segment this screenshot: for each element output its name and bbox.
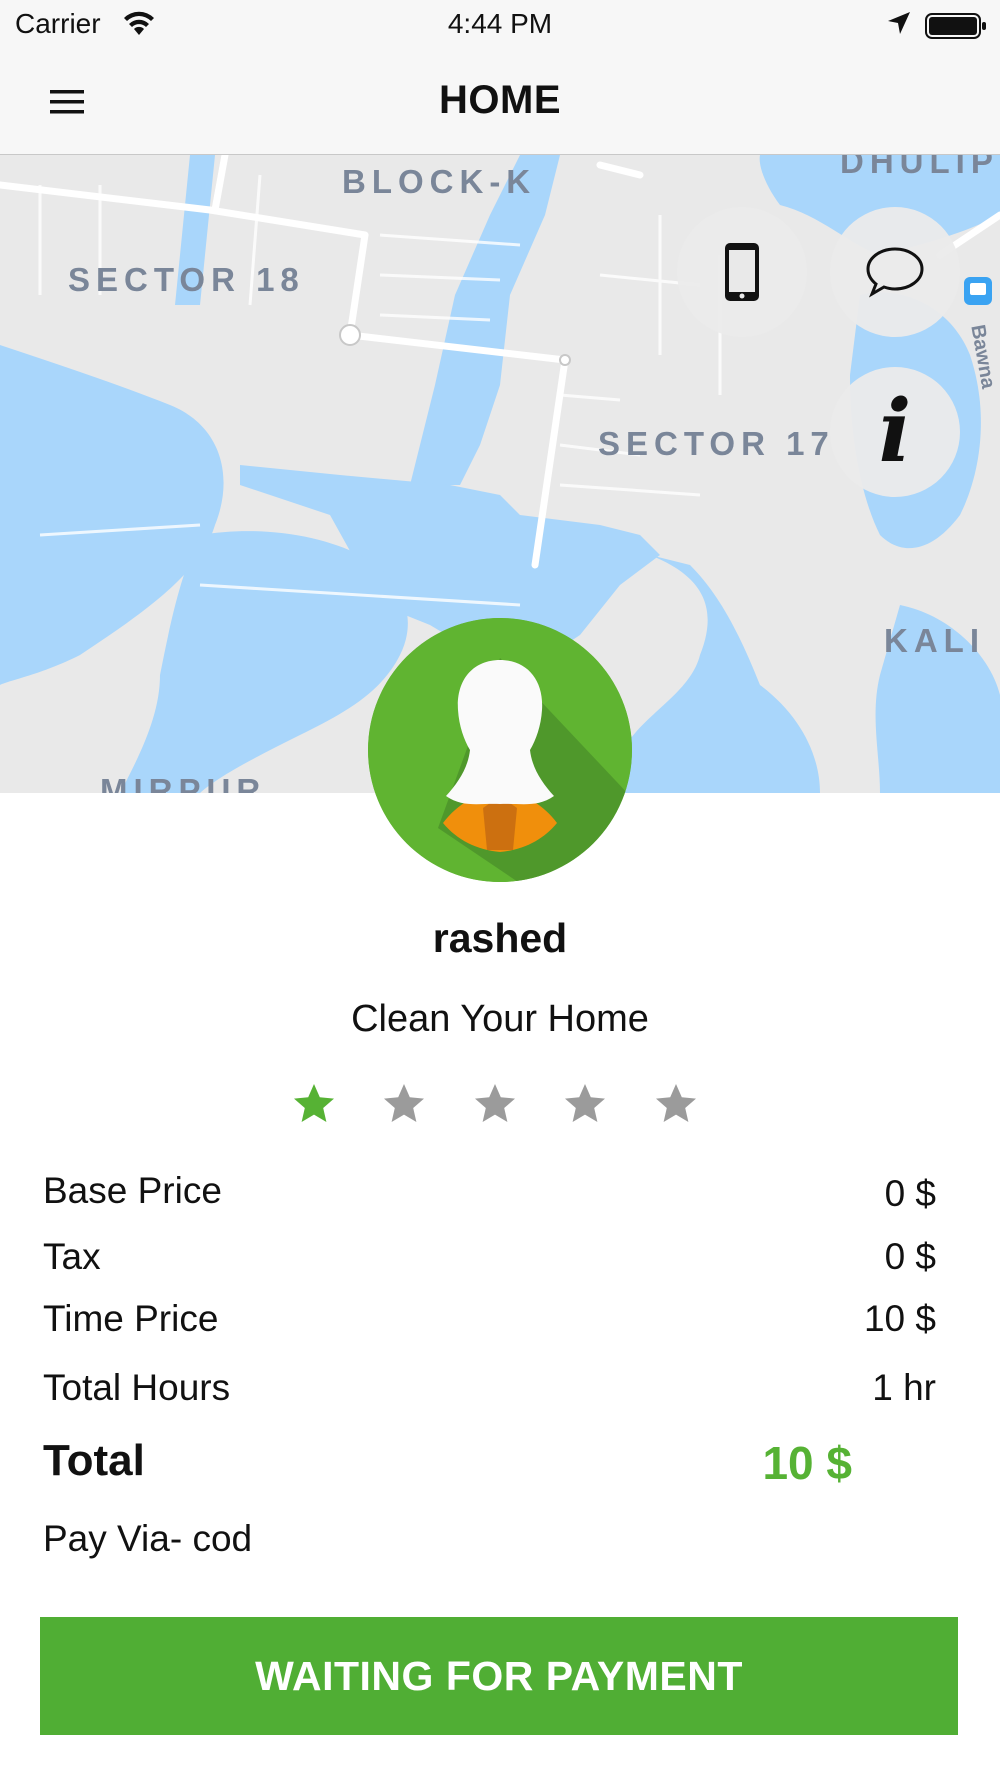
status-bar: Carrier 4:44 PM (0, 0, 1000, 50)
tax-label: Tax (43, 1236, 101, 1277)
mobile-phone-icon (725, 243, 759, 301)
location-arrow-icon (886, 10, 912, 43)
star-icon[interactable] (471, 1080, 519, 1128)
base-price-value: 0 $ (884, 1173, 936, 1214)
map-label-kali: KALI (884, 622, 985, 659)
navigation-bar: HOME (0, 50, 1000, 155)
map-label-sector-18: SECTOR 18 (68, 261, 305, 298)
star-icon[interactable] (561, 1080, 609, 1128)
provider-avatar (368, 618, 632, 882)
total-row: Total 10 $ (43, 1436, 936, 1496)
waiting-for-payment-button[interactable]: WAITING FOR PAYMENT (40, 1617, 958, 1735)
total-hours-row: Total Hours 1 hr (43, 1367, 936, 1417)
total-hours-label: Total Hours (43, 1367, 231, 1408)
time-price-row: Time Price 10 $ (43, 1298, 936, 1348)
time-price-value: 10 $ (863, 1298, 936, 1339)
base-price-label: Base Price (43, 1170, 222, 1211)
service-name: Clean Your Home (351, 998, 649, 1040)
map-label-mirpur: MIRPUR (100, 772, 267, 793)
page-title: HOME (439, 78, 561, 122)
provider-name: rashed (432, 915, 568, 961)
map-label-dhulip: DHULIP (840, 155, 999, 180)
tax-row: Tax 0 $ (43, 1236, 936, 1286)
time-price-label: Time Price (43, 1298, 219, 1339)
base-price-row: Base Price 0 $ (43, 1170, 936, 1220)
info-icon: i (878, 381, 912, 482)
map-label-sector-17: SECTOR 17 (598, 425, 835, 462)
map-label-block-k: BLOCK-K (342, 163, 537, 200)
payment-method-row: Pay Via- cod (43, 1518, 936, 1568)
star-icon[interactable] (380, 1080, 428, 1128)
rating-stars[interactable] (290, 1080, 710, 1130)
clock: 4:44 PM (447, 8, 553, 39)
tax-value: 0 $ (884, 1236, 936, 1277)
chat-bubble-icon (866, 247, 924, 298)
total-hours-value: 1 hr (872, 1367, 936, 1408)
payment-method-label: Pay Via- cod (43, 1518, 253, 1559)
battery-icon (925, 12, 987, 47)
total-value: 10 $ (762, 1437, 852, 1489)
info-button[interactable]: i (830, 367, 960, 497)
star-icon[interactable] (652, 1080, 700, 1128)
chat-button[interactable] (830, 207, 960, 337)
call-button[interactable] (677, 207, 807, 337)
total-label: Total (43, 1436, 145, 1485)
star-icon[interactable] (290, 1080, 338, 1128)
